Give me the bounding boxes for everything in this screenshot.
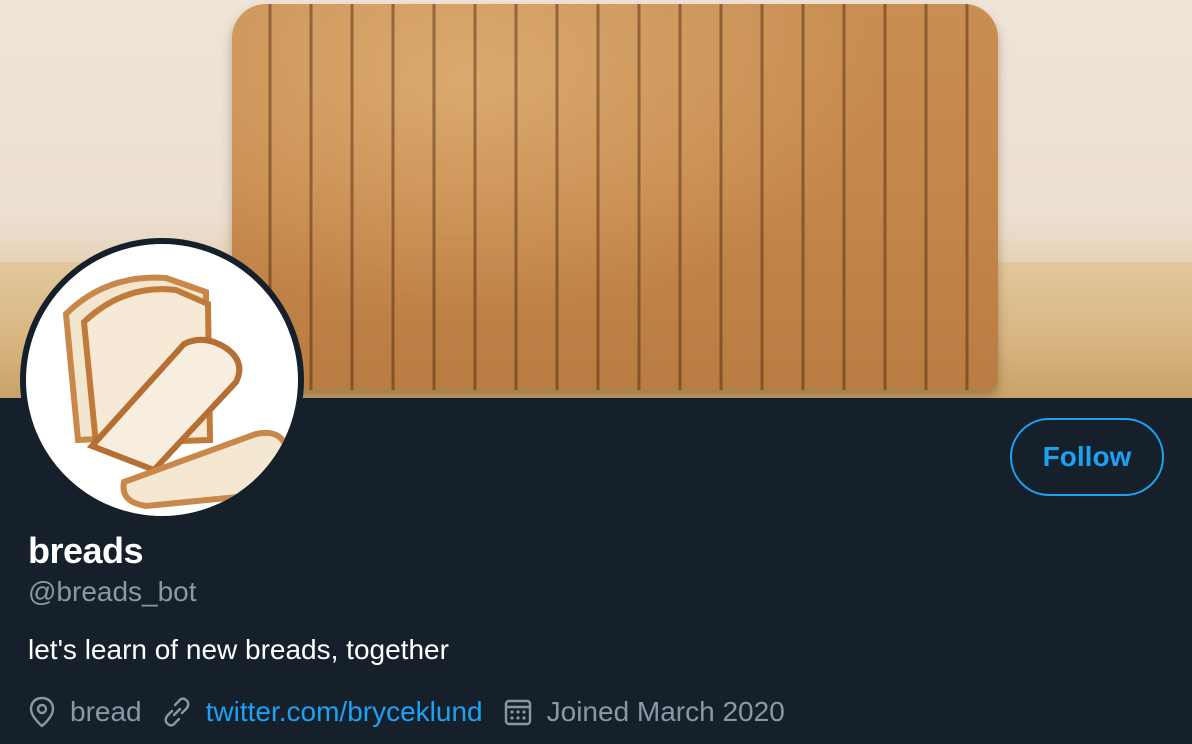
- location-pin-icon: [28, 696, 56, 728]
- link-icon: [162, 697, 192, 727]
- joined-text: Joined March 2020: [546, 696, 785, 727]
- website-link[interactable]: twitter.com/bryceklund: [206, 696, 483, 728]
- profile-name: breads: [28, 530, 144, 571]
- profile-handle: @breads_bot: [28, 576, 197, 607]
- follow-button[interactable]: Follow: [1010, 418, 1164, 496]
- profile-joined: Joined March 2020: [503, 696, 785, 728]
- banner-bread-slices: [232, 4, 998, 390]
- banner-bread-loaf: [232, 4, 998, 390]
- toast-bread-illustration: [62, 274, 291, 510]
- avatar-image: [26, 244, 298, 516]
- calendar-icon: [503, 697, 533, 727]
- profile-meta: bread twitter.com/bryceklund Joined Marc…: [28, 690, 805, 734]
- profile-bio: let's learn of new breads, together: [28, 634, 449, 665]
- location-text: bread: [70, 696, 142, 727]
- profile-location: bread: [28, 696, 142, 728]
- profile-website[interactable]: twitter.com/bryceklund: [162, 696, 483, 728]
- profile-avatar[interactable]: [20, 238, 304, 522]
